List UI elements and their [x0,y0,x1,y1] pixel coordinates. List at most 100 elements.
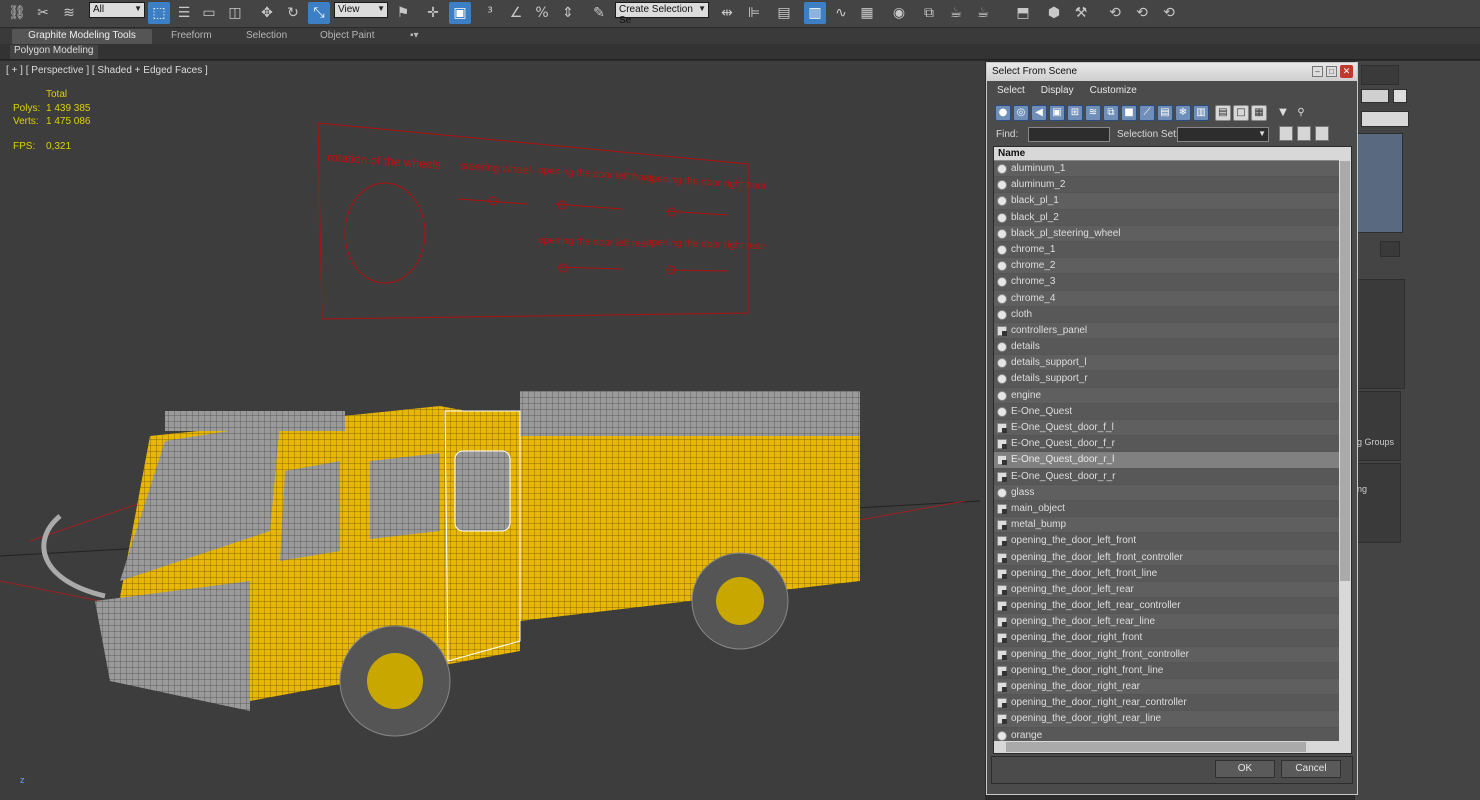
curve-editor-icon[interactable]: ∿ [830,2,852,24]
render-setup-icon[interactable]: ⧉ [918,2,940,24]
list-item[interactable]: E-One_Quest_door_f_l [994,420,1340,437]
column-header-name[interactable]: Name [994,147,1340,161]
remove-set-icon[interactable] [1315,126,1329,141]
align-icon[interactable]: ⊫ [743,2,765,24]
filter-shapes-icon[interactable]: ◎ [1013,105,1029,121]
tab-freeform[interactable]: Freeform [163,29,220,44]
list-item[interactable]: aluminum_1 [994,161,1340,178]
horizontal-scroll-thumb[interactable] [1006,742,1306,752]
controllers-panel-shape[interactable] [317,122,749,320]
list-item[interactable]: details [994,339,1340,356]
list-item[interactable]: details_support_l [994,355,1340,372]
reference-coordinate-select[interactable]: View [334,2,388,18]
filter-frozen-icon[interactable]: ❄ [1175,105,1191,121]
list-item[interactable]: chrome_1 [994,241,1340,259]
render-frame-icon[interactable]: ☕ [945,2,967,24]
tab-graphite-modeling-tools[interactable]: Graphite Modeling Tools [12,29,152,44]
scene-object-list[interactable]: Name aluminum_1 aluminum_2 black_pl_1black… [993,146,1352,754]
list-item[interactable]: opening_the_door_right_rear_line [994,711,1340,728]
rect-select-icon[interactable]: ▭ [198,2,220,24]
fire-truck-model[interactable] [41,391,872,737]
utilities-icon[interactable]: ⟲ [1158,2,1180,24]
render-icon[interactable]: ☕ [972,2,994,24]
named-selection-set-select[interactable]: Create Selection Se [615,2,709,26]
project-icon[interactable]: ⬒ [1012,2,1034,24]
horizontal-scrollbar[interactable] [994,741,1340,753]
cancel-button[interactable]: Cancel [1281,760,1341,778]
bind-icon[interactable]: ≋ [58,2,80,24]
list-item[interactable]: opening_the_door_right_front [994,630,1340,647]
snap-icon[interactable]: ³ [479,2,501,24]
mirror-icon[interactable]: ⇹ [716,2,738,24]
list-item[interactable]: opening_the_door_left_front_controller [994,549,1340,566]
polygon-modeling-button[interactable]: Polygon Modeling [10,45,98,59]
list-item[interactable]: details_support_r [994,371,1340,388]
list-item[interactable]: black_pl_steering_wheel [994,225,1340,242]
move-icon[interactable]: ✥ [256,2,278,24]
list-item[interactable]: aluminum_2 [994,177,1340,194]
filter-lights-icon[interactable]: ◀ [1031,105,1047,121]
vertical-scrollbar[interactable] [1339,147,1351,753]
object-color-swatch[interactable] [1393,89,1407,103]
close-icon[interactable]: ✕ [1340,65,1353,78]
filter-bones-icon[interactable]: ⟋ [1139,105,1155,121]
hierarchy-icon[interactable]: ⚒ [1070,2,1092,24]
minimize-icon[interactable]: – [1312,66,1323,77]
list-item[interactable]: chrome_3 [994,274,1340,291]
filter-containers-icon[interactable]: ▤ [1157,105,1173,121]
select-all-icon[interactable]: ▤ [1215,105,1231,121]
list-item[interactable]: E-One_Quest [994,403,1340,420]
select-invert-icon[interactable]: ▦ [1251,105,1267,121]
door-lr-slider-knob[interactable] [558,263,568,273]
list-item[interactable]: chrome_2 [994,258,1340,275]
filter-xrefs-icon[interactable]: ■ [1121,105,1137,121]
select-icon[interactable]: ⬚ [148,2,170,24]
keyboard-shortcut-icon[interactable]: ▣ [449,2,471,24]
edit-set-icon[interactable] [1297,126,1311,141]
spinner-snap-icon[interactable]: ⇕ [557,2,579,24]
maximize-icon[interactable]: □ [1326,66,1337,77]
list-item[interactable]: cloth [994,306,1340,323]
list-item[interactable]: controllers_panel [994,322,1340,340]
list-item[interactable]: opening_the_door_left_rear_line [994,614,1340,631]
list-item[interactable]: opening_the_door_right_front_line [994,662,1340,679]
list-item[interactable]: engine [994,387,1340,404]
steering-slider[interactable] [457,198,529,205]
list-item[interactable]: black_pl_1 [994,193,1340,210]
menu-display[interactable]: Display [1041,85,1074,97]
create-set-icon[interactable] [1279,126,1293,141]
filter-geometry-icon[interactable]: ● [995,105,1011,121]
menu-select[interactable]: Select [997,85,1025,97]
motion-icon[interactable]: ⟲ [1104,2,1126,24]
object-name-field[interactable] [1361,89,1389,103]
filter-groups-icon[interactable]: ⧉ [1103,105,1119,121]
list-item[interactable]: opening_the_door_left_front_line [994,565,1340,582]
selection-set-select[interactable] [1177,127,1269,142]
dialog-titlebar[interactable]: Select From Scene – □ ✕ [987,63,1357,81]
vertical-scroll-thumb[interactable] [1340,161,1350,581]
stack-configure-icon[interactable] [1380,241,1400,257]
menu-customize[interactable]: Customize [1090,85,1137,97]
scale-icon[interactable]: ⤡ [308,2,330,24]
window-crossing-icon[interactable]: ◫ [224,2,246,24]
filter-helpers-icon[interactable]: ⊞ [1067,105,1083,121]
modifier-list-select[interactable] [1361,111,1409,127]
filter-spacewarps-icon[interactable]: ≋ [1085,105,1101,121]
layer-icon[interactable]: ▤ [773,2,795,24]
list-item[interactable]: opening_the_door_right_rear_controller [994,695,1340,712]
angle-snap-icon[interactable]: ∠ [505,2,527,24]
perspective-viewport[interactable]: [ + ] [ Perspective ] [ Shaded + Edged F… [0,61,985,800]
list-item[interactable]: opening_the_door_right_rear [994,679,1340,696]
scene-explorer-icon[interactable]: ▥ [804,2,826,24]
list-item[interactable]: main_object [994,500,1340,518]
rotate-icon[interactable]: ↻ [282,2,304,24]
filter-hidden-icon[interactable]: ▥ [1193,105,1209,121]
edit-named-sel-icon[interactable]: ✎ [588,2,610,24]
list-item[interactable]: opening_the_door_left_front [994,533,1340,550]
tab-selection[interactable]: Selection [238,29,295,44]
display-icon[interactable]: ⟲ [1131,2,1153,24]
tab-object-paint[interactable]: Object Paint [312,29,382,44]
ok-button[interactable]: OK [1215,760,1275,778]
find-input[interactable] [1028,127,1110,142]
filter-icon[interactable]: ▼ [1275,105,1291,121]
